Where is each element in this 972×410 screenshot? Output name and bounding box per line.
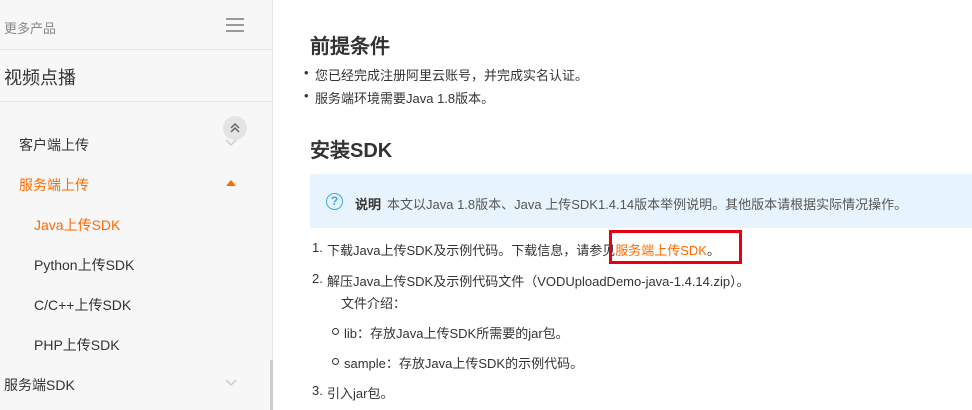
step-3: 3. 引入jar包。 <box>312 383 394 402</box>
highlight-box <box>609 230 742 264</box>
step-text: 下载Java上传SDK及示例代码。下载信息，请参见 <box>327 243 616 258</box>
sidebar: 更多产品 视频点播 客户端上传 服务端上传 Java上传SDK Python上传… <box>0 0 273 410</box>
sidebar-item-label: 客户端上传 <box>19 137 89 153</box>
sidebar-item-server-upload[interactable]: 服务端上传 <box>0 164 270 204</box>
main-content: 前提条件 您已经完成注册阿里云账号，并完成实名认证。 服务端环境需要Java 1… <box>273 0 972 410</box>
sidebar-item-label: 服务端SDK <box>4 377 75 393</box>
step-number: 3. <box>312 383 323 398</box>
step-text: 解压Java上传SDK及示例代码文件（VODUploadDemo-java-1.… <box>327 274 750 289</box>
note-title: 说明 <box>355 197 382 212</box>
chevron-down-icon <box>225 139 237 147</box>
menu-icon[interactable] <box>226 18 244 32</box>
sidebar-item-label: PHP上传SDK <box>34 337 120 353</box>
prereq-bullet: 服务端环境需要Java 1.8版本。 <box>304 88 494 107</box>
sidebar-item-label: 服务端上传 <box>19 177 89 193</box>
note-box: ? 说明 本文以Java 1.8版本、Java 上传SDK1.4.14版本举例说… <box>310 174 972 228</box>
sidebar-item-label: Java上传SDK <box>34 217 121 233</box>
file-item: lib：存放Java上传SDK所需要的jar包。 <box>332 323 569 342</box>
sidebar-item-cpp-sdk[interactable]: C/C++上传SDK <box>0 284 270 324</box>
more-products-bar: 更多产品 <box>0 0 273 50</box>
step-text: 引入jar包。 <box>327 386 394 401</box>
question-icon: ? <box>326 193 343 210</box>
sidebar-item-label: Python上传SDK <box>34 257 135 273</box>
prereq-bullet: 您已经完成注册阿里云账号，并完成实名认证。 <box>304 65 588 84</box>
sidebar-item-client-upload[interactable]: 客户端上传 <box>0 124 270 164</box>
sidebar-item-python-sdk[interactable]: Python上传SDK <box>0 244 270 284</box>
product-title-text[interactable]: 视频点播 <box>4 64 76 90</box>
chevron-down-icon <box>225 379 237 387</box>
sidebar-item-server-sdk[interactable]: 服务端SDK <box>0 364 270 404</box>
install-heading: 安装SDK <box>310 140 393 162</box>
file-intro: 文件介绍： <box>341 296 407 311</box>
product-title: 视频点播 <box>0 50 273 102</box>
step-number: 2. <box>312 271 323 286</box>
sidebar-item-php-sdk[interactable]: PHP上传SDK <box>0 324 270 364</box>
prereq-heading: 前提条件 <box>310 36 390 58</box>
sidebar-item-label: C/C++上传SDK <box>34 297 132 313</box>
more-products-label[interactable]: 更多产品 <box>4 18 56 37</box>
sidebar-item-java-sdk[interactable]: Java上传SDK <box>0 204 270 244</box>
note-text: 本文以Java 1.8版本、Java 上传SDK1.4.14版本举例说明。其他版… <box>387 197 908 212</box>
step-2: 2. 解压Java上传SDK及示例代码文件（VODUploadDemo-java… <box>312 271 750 290</box>
file-item: sample：存放Java上传SDK的示例代码。 <box>331 353 583 372</box>
step-number: 1. <box>312 240 323 255</box>
caret-up-icon <box>226 180 236 186</box>
